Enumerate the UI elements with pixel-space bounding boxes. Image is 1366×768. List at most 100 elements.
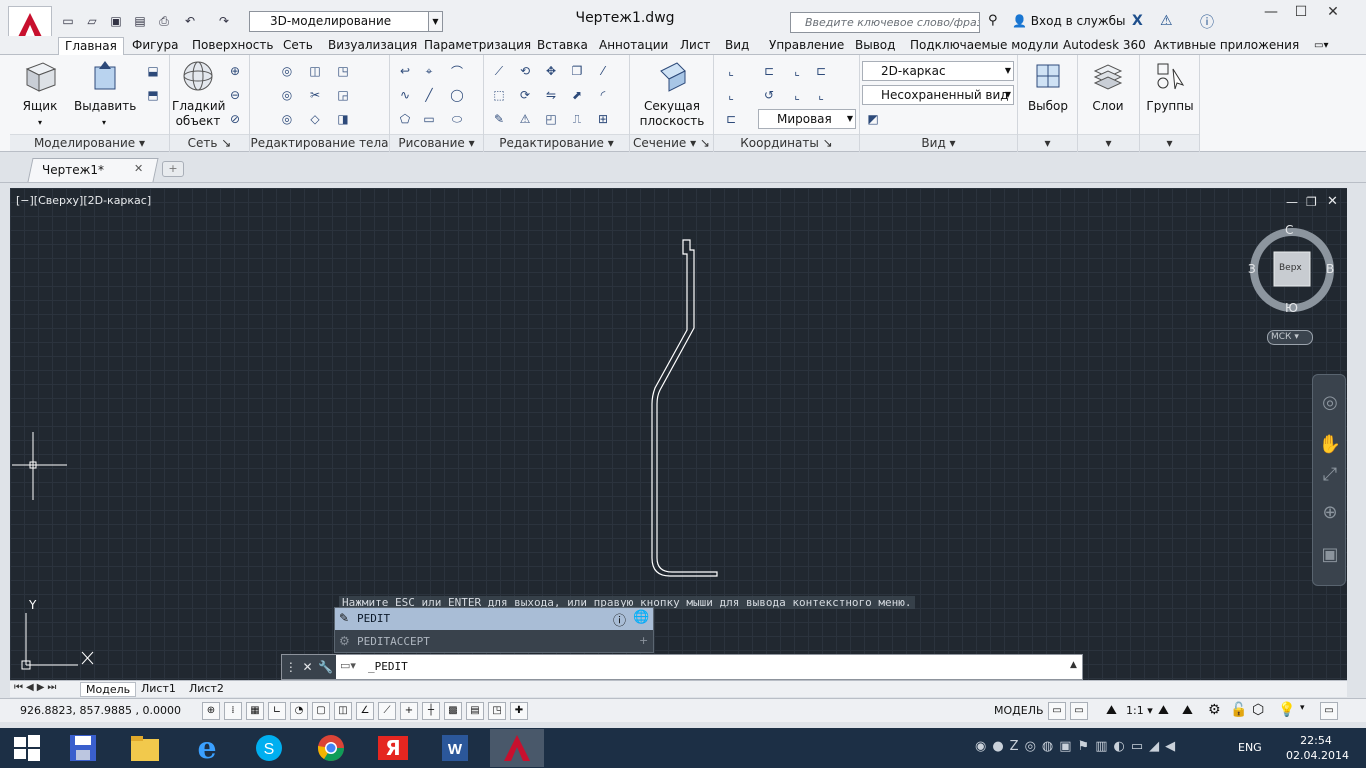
showmotion-icon[interactable]: ▣ <box>1317 541 1343 567</box>
save-as-icon[interactable]: ▤ <box>130 12 150 30</box>
tab-view[interactable]: Вид <box>725 37 749 55</box>
tab-plugins[interactable]: Подключаемые модули <box>910 37 1059 55</box>
tab-parametric[interactable]: Параметризация <box>424 37 531 55</box>
minimize-button[interactable]: — <box>1256 4 1286 22</box>
auto-scale-icon[interactable]: ⛰ <box>1182 703 1193 718</box>
taskbar-autocad[interactable] <box>490 729 544 767</box>
status-menu-icon[interactable]: ▾ <box>1300 703 1305 713</box>
zoom-icon[interactable]: ⤢ <box>1317 461 1343 487</box>
array-icon[interactable]: ⎍ <box>566 109 588 129</box>
taskbar-chrome[interactable] <box>304 729 358 767</box>
layout-nav-icon[interactable]: ⏮◀▶⏭ <box>14 682 59 693</box>
tab-render[interactable]: Визуализация <box>328 37 417 55</box>
close-icon[interactable]: ✕ <box>302 660 312 674</box>
extrude-button[interactable]: Выдавить ▾ <box>74 59 136 130</box>
trim-icon[interactable]: ⁄ <box>592 61 614 81</box>
close-icon[interactable]: ✕ <box>134 162 143 175</box>
panel-title-view[interactable]: Вид ▾ <box>860 134 1017 151</box>
panel-title-draw[interactable]: Рисование ▾ <box>390 134 483 151</box>
autodesk-360-icon[interactable]: ⚠ <box>1160 13 1173 29</box>
tab-home[interactable]: Главная <box>58 37 124 55</box>
panel-title-coordinates[interactable]: Координаты ↘ <box>714 134 859 151</box>
spline-icon[interactable]: ∿ <box>394 85 416 105</box>
layers-button[interactable]: Слои <box>1082 59 1134 114</box>
open-icon[interactable]: ▱ <box>82 12 102 30</box>
3d-osnap-icon[interactable]: ◫ <box>334 702 352 720</box>
command-line[interactable]: ⋮ ✕ 🔧 ▭▾ _PEDIT ▲ <box>281 654 1083 680</box>
panel-title-solid-edit[interactable]: Редактирование тела ▾ <box>250 134 389 166</box>
arc-icon[interactable]: ⌒ <box>446 61 468 81</box>
tab-shape[interactable]: Фигура <box>132 37 179 55</box>
mesh-smooth-more-icon[interactable]: ⊕ <box>224 61 246 81</box>
undo-icon[interactable]: ↶ <box>180 12 200 30</box>
tab-mesh[interactable]: Сеть <box>283 37 313 55</box>
workspace-select[interactable]: 3D-моделирование <box>249 11 429 32</box>
panel-title-mesh[interactable]: Сеть ↘ <box>170 134 249 151</box>
fillet-edge-icon[interactable]: ◜ <box>592 85 614 105</box>
annotation-visibility-icon[interactable]: ⛰ <box>1158 703 1169 718</box>
polygon-icon[interactable]: ⬠ <box>394 109 416 129</box>
ortho-icon[interactable]: ∟ <box>268 702 286 720</box>
model-space-button[interactable]: МОДЕЛЬ <box>994 704 1044 717</box>
rotate-icon[interactable]: ⟳ <box>514 85 536 105</box>
3d-rotate-icon[interactable]: ⟲ <box>514 61 536 81</box>
infer-constraints-icon[interactable]: ⊕ <box>202 702 220 720</box>
quick-view-layouts-icon[interactable]: ▭ <box>1048 702 1066 720</box>
viewcube-top-face[interactable]: Верх <box>1279 263 1302 273</box>
taskbar-clock[interactable]: 22:54 02.04.2014 <box>1286 733 1349 763</box>
selection-button[interactable]: Выбор <box>1022 59 1074 114</box>
exchange-icon[interactable]: X <box>1132 13 1143 29</box>
annotation-monitor-icon[interactable]: ✚ <box>510 702 528 720</box>
save-icon[interactable]: ▣ <box>106 12 126 30</box>
annotation-scale[interactable]: 1:1 ▾ <box>1126 704 1153 717</box>
ucs-y-icon[interactable]: ⌞ <box>786 85 808 105</box>
ucs-world-select[interactable]: Мировая ▼ <box>758 109 856 129</box>
taskbar-yandex[interactable]: Я <box>366 729 420 767</box>
ucs-face-icon[interactable]: ⊏ <box>720 109 742 129</box>
quick-view-drawings-icon[interactable]: ▭ <box>1070 702 1088 720</box>
3d-move-icon[interactable]: ✥ <box>540 61 562 81</box>
tab-layout1[interactable]: Лист1 <box>136 682 181 697</box>
taskbar-word[interactable]: W <box>428 729 482 767</box>
selection-cycling-icon[interactable]: ◳ <box>488 702 506 720</box>
panel-title-layers[interactable]: ▾ <box>1078 134 1139 151</box>
line-icon[interactable]: ╱ <box>418 85 440 105</box>
coordinate-readout[interactable]: 926.8823, 857.9885 , 0.0000 <box>20 704 181 717</box>
web-search-icon[interactable]: 🌐 <box>633 610 649 625</box>
tab-annotate[interactable]: Аннотации <box>599 37 668 55</box>
redo-icon[interactable]: ↷ <box>214 12 234 30</box>
polyline-profile[interactable] <box>651 239 718 577</box>
pan-hand-icon[interactable]: ✋ <box>1317 431 1343 457</box>
osnap-icon[interactable]: ▢ <box>312 702 330 720</box>
mesh-smooth-less-icon[interactable]: ⊖ <box>224 85 246 105</box>
named-view-select[interactable]: Несохраненный вид ▼ <box>862 85 1014 105</box>
suggestion-pedit[interactable]: PEDIT <box>335 608 653 630</box>
separate-icon[interactable]: ◨ <box>332 109 354 129</box>
input-language[interactable]: ENG <box>1238 741 1262 754</box>
hardware-acceleration-icon[interactable]: ⬡ <box>1252 702 1264 718</box>
help-icon[interactable]: ⓘ <box>1200 12 1214 32</box>
viewcube-east[interactable]: В <box>1326 262 1334 276</box>
login-button[interactable]: 👤 Вход в службы <box>1012 14 1126 28</box>
tab-layout2[interactable]: Лист2 <box>184 682 229 697</box>
interfere-icon[interactable]: ◫ <box>304 61 326 81</box>
taskbar-save[interactable] <box>56 729 110 767</box>
steering-wheel-icon[interactable]: ◎ <box>1317 389 1343 415</box>
otrack-icon[interactable]: ∠ <box>356 702 374 720</box>
taskbar-explorer[interactable] <box>118 729 172 767</box>
scale-icon[interactable]: ⟋ <box>488 61 510 81</box>
ucs-icon[interactable]: ⌞ <box>720 61 742 81</box>
circle-icon[interactable]: ◯ <box>446 85 468 105</box>
close-button[interactable]: ✕ <box>1318 4 1348 22</box>
mirror-icon[interactable]: ⇋ <box>540 85 562 105</box>
isolate-objects-icon[interactable]: 💡 <box>1278 702 1295 718</box>
start-button[interactable] <box>0 729 54 767</box>
grid-icon[interactable]: ▦ <box>246 702 264 720</box>
ribbon-toggle-icon[interactable]: ▭▾ <box>1314 37 1328 55</box>
annotation-scale-icon[interactable]: ⛰ <box>1106 703 1117 718</box>
polyline-icon[interactable]: ↩ <box>394 61 416 81</box>
copy-icon[interactable]: ❐ <box>566 61 588 81</box>
thicken-icon[interactable]: ◇ <box>304 109 326 129</box>
viewcube-south[interactable]: Ю <box>1285 301 1298 315</box>
transparency-icon[interactable]: ▩ <box>444 702 462 720</box>
